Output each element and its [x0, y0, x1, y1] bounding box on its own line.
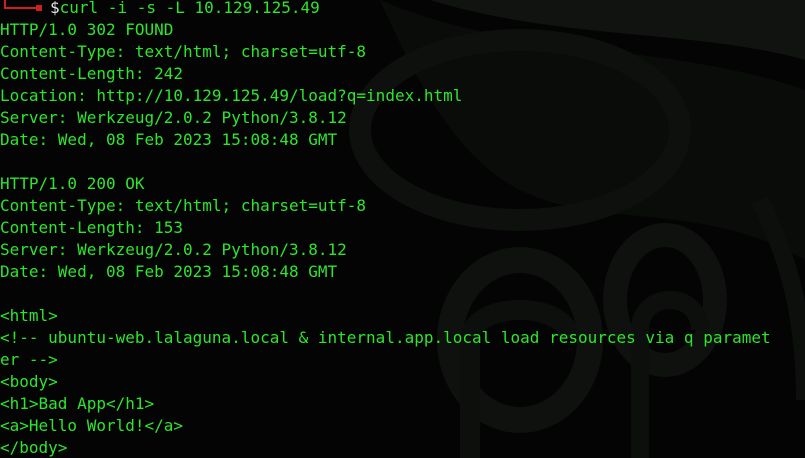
output-line: <a>Hello World!</a>	[0, 416, 184, 435]
output-line: Server: Werkzeug/2.0.2 Python/3.8.12	[0, 240, 347, 259]
output-line: <body>	[0, 372, 58, 391]
output-line: <h1>Bad App</h1>	[0, 394, 155, 413]
output-line: Date: Wed, 08 Feb 2023 15:08:48 GMT	[0, 262, 338, 281]
output-line: Content-Type: text/html; charset=utf-8	[0, 196, 367, 215]
output-line: Content-Type: text/html; charset=utf-8	[0, 42, 367, 61]
prompt-line: $ curl -i -s -L 10.129.125.49	[0, 0, 805, 19]
output-line: HTTP/1.0 302 FOUND	[0, 20, 174, 39]
output-line: HTTP/1.0 200 OK	[0, 174, 145, 193]
output-line: Server: Werkzeug/2.0.2 Python/3.8.12	[0, 108, 347, 127]
output-line: Location: http://10.129.125.49/load?q=in…	[0, 86, 463, 105]
prompt-corner-icon	[0, 0, 42, 19]
terminal-window[interactable]: $ curl -i -s -L 10.129.125.49 HTTP/1.0 3…	[0, 0, 805, 458]
output-line: </body>	[0, 438, 68, 457]
command-text: curl -i -s -L 10.129.125.49	[59, 0, 320, 17]
output-line: <html>	[0, 306, 58, 325]
output-line: <!-- ubuntu-web.lalaguna.local & interna…	[0, 328, 771, 347]
output-line: er -->	[0, 350, 58, 369]
output-line: Date: Wed, 08 Feb 2023 15:08:48 GMT	[0, 130, 338, 149]
output-line: Content-Length: 153	[0, 218, 184, 237]
prompt-symbol: $	[50, 0, 60, 17]
output-line: Content-Length: 242	[0, 64, 184, 83]
